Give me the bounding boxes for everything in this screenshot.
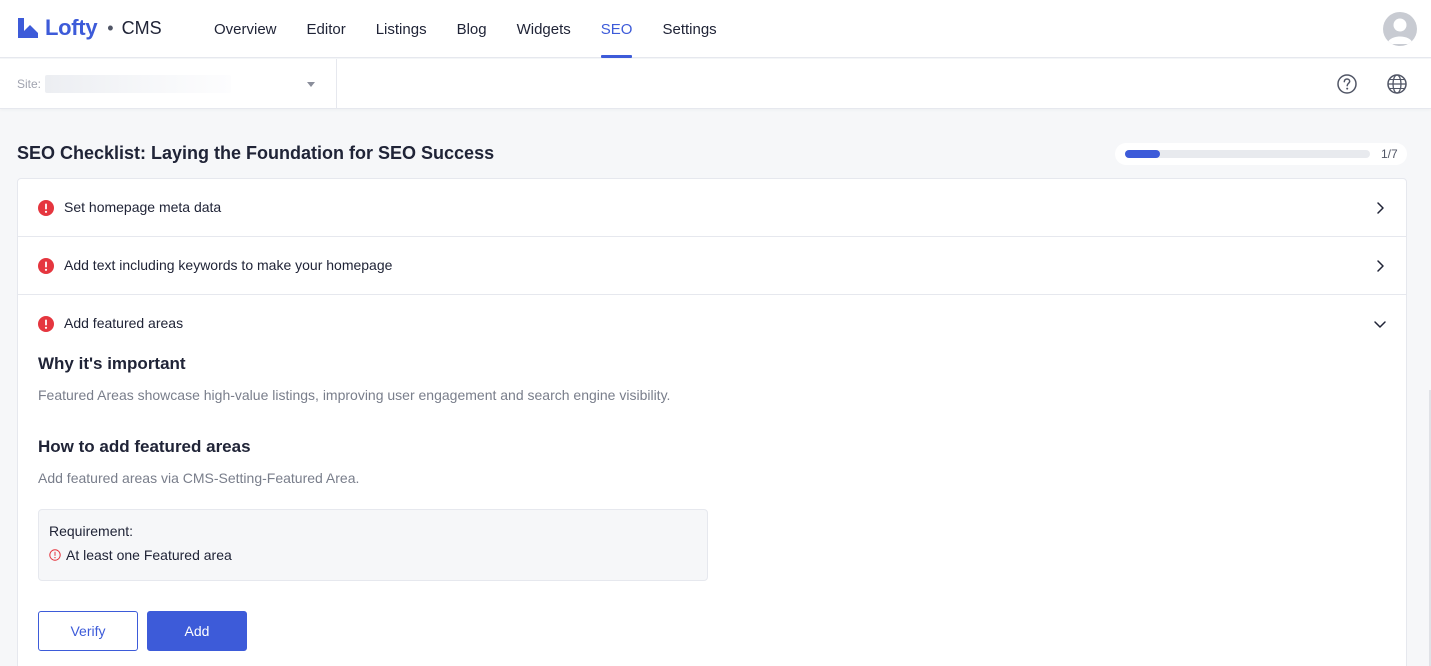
brand-name: Lofty (45, 15, 98, 40)
brand-product: CMS (121, 17, 162, 38)
checklist-item-label: Add text including keywords to make your… (64, 257, 393, 273)
error-icon (38, 316, 54, 332)
chevron-right-icon (1377, 202, 1384, 214)
tab-listings[interactable]: Listings (361, 0, 442, 58)
globe-icon[interactable] (1386, 73, 1408, 95)
how-heading: How to add featured areas (38, 437, 251, 456)
page-title: SEO Checklist: Laying the Foundation for… (17, 143, 495, 163)
requirement-item-label: At least one Featured area (66, 547, 232, 563)
tab-settings[interactable]: Settings (647, 0, 731, 58)
checklist-item-label: Set homepage meta data (64, 199, 222, 215)
why-heading: Why it's important (38, 354, 186, 373)
verify-button[interactable]: Verify (38, 611, 138, 651)
chevron-right-icon (1377, 260, 1384, 272)
checklist-item[interactable]: Add text including keywords to make your… (18, 237, 1406, 295)
progress-track (1125, 150, 1370, 158)
top-navigation: Lofty • CMS Overview Editor Listings Blo… (0, 0, 1431, 58)
tab-widgets[interactable]: Widgets (502, 0, 586, 58)
progress-text: 1/7 (1381, 147, 1398, 161)
user-avatar[interactable] (1383, 12, 1417, 46)
requirement-item: At least one Featured area (49, 547, 232, 563)
lofty-logo-icon (18, 18, 38, 38)
brand-logo[interactable]: Lofty • CMS (16, 14, 162, 42)
main-tabs: Overview Editor Listings Blog Widgets SE… (199, 0, 732, 58)
help-circle-icon[interactable] (1336, 73, 1358, 95)
caret-down-icon (307, 82, 315, 87)
site-value (45, 75, 232, 93)
site-selector[interactable]: Site: (17, 59, 337, 109)
avatar-icon (1387, 18, 1413, 44)
checklist-item[interactable]: Set homepage meta data (18, 179, 1406, 237)
chevron-down-icon (1374, 321, 1386, 328)
error-icon (38, 200, 54, 216)
site-label: Site: (17, 77, 42, 91)
tab-blog[interactable]: Blog (442, 0, 502, 58)
how-text: Add featured areas via CMS-Setting-Featu… (38, 470, 360, 486)
tab-seo[interactable]: SEO (586, 0, 648, 58)
requirement-title: Requirement: (49, 523, 134, 539)
checklist-progress: 1/7 (1115, 143, 1407, 165)
checklist-item-label: Add featured areas (64, 315, 184, 331)
site-bar: Site: (0, 59, 1431, 109)
checklist-card: Set homepage meta data Add text includin… (17, 178, 1407, 666)
tab-overview[interactable]: Overview (199, 0, 292, 58)
why-text: Featured Areas showcase high-value listi… (38, 387, 671, 403)
checklist-item-expanded[interactable]: Add featured areas (18, 295, 1406, 353)
warning-circle-icon (49, 549, 61, 561)
add-button[interactable]: Add (147, 611, 247, 651)
error-icon (38, 258, 54, 274)
tab-editor[interactable]: Editor (292, 0, 361, 58)
requirement-box: Requirement: At least one Featured area (38, 509, 708, 581)
brand-separator: • (107, 17, 114, 38)
progress-fill (1125, 150, 1160, 158)
